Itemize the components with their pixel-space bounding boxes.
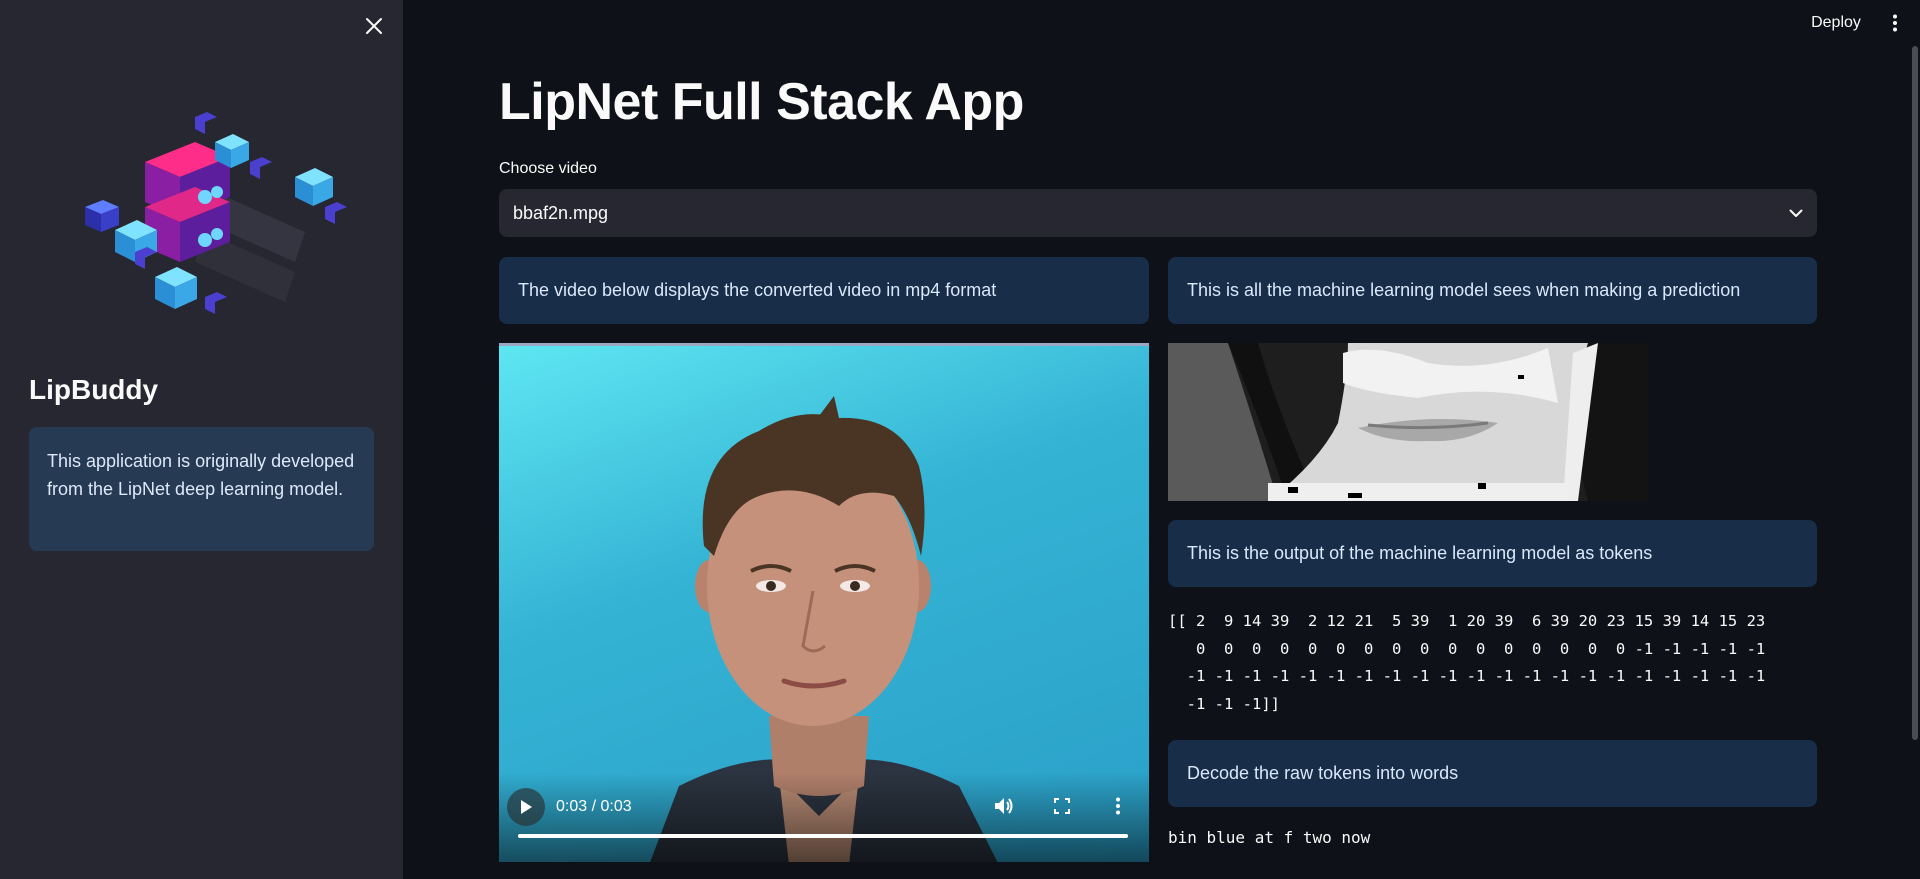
model-view-callout: This is all the machine learning model s… xyxy=(1168,257,1817,324)
deploy-button[interactable]: Deploy xyxy=(1800,10,1872,36)
video-select-value: bbaf2n.mpg xyxy=(513,202,609,223)
sidebar: LipBuddy This application is originally … xyxy=(0,0,403,879)
video-progress-bar[interactable] xyxy=(518,834,1128,838)
main-menu-button[interactable] xyxy=(1884,10,1906,36)
page-scrollbar[interactable] xyxy=(1912,46,1918,740)
decode-callout: Decode the raw tokens into words xyxy=(1168,740,1817,807)
tokens-callout: This is the output of the machine learni… xyxy=(1168,520,1817,587)
fullscreen-icon xyxy=(1054,798,1070,814)
raw-tokens-output: [[ 2 9 14 39 2 12 21 5 39 1 20 39 6 39 2… xyxy=(1168,612,1766,713)
sidebar-info-box: This application is originally developed… xyxy=(29,427,374,551)
play-button[interactable] xyxy=(507,788,545,826)
video-select[interactable]: bbaf2n.mpg xyxy=(499,189,1817,237)
sidebar-title: LipBuddy xyxy=(29,374,159,405)
chevron-down-icon xyxy=(1789,209,1803,217)
video-player[interactable]: 0:03 / 0:03 xyxy=(499,343,1149,862)
volume-button[interactable] xyxy=(992,794,1016,818)
close-icon xyxy=(366,18,382,34)
video-select-label: Choose video xyxy=(499,160,597,177)
video-info-callout: The video below displays the converted v… xyxy=(499,257,1149,324)
fullscreen-button[interactable] xyxy=(1050,794,1074,818)
more-vertical-icon xyxy=(1116,797,1120,815)
video-progress-fill xyxy=(518,834,1128,838)
more-vertical-icon xyxy=(1893,14,1897,32)
close-sidebar-button[interactable] xyxy=(360,12,388,40)
video-time: 0:03 / 0:03 xyxy=(556,798,632,815)
server-cubes-logo xyxy=(85,112,347,314)
decoded-text-output: bin blue at f two now xyxy=(1168,828,1371,847)
video-options-button[interactable] xyxy=(1106,794,1130,818)
mouth-frame-image xyxy=(1168,343,1648,501)
volume-icon xyxy=(995,798,1013,814)
page-title: LipNet Full Stack App xyxy=(499,73,1024,131)
play-icon xyxy=(521,800,532,814)
